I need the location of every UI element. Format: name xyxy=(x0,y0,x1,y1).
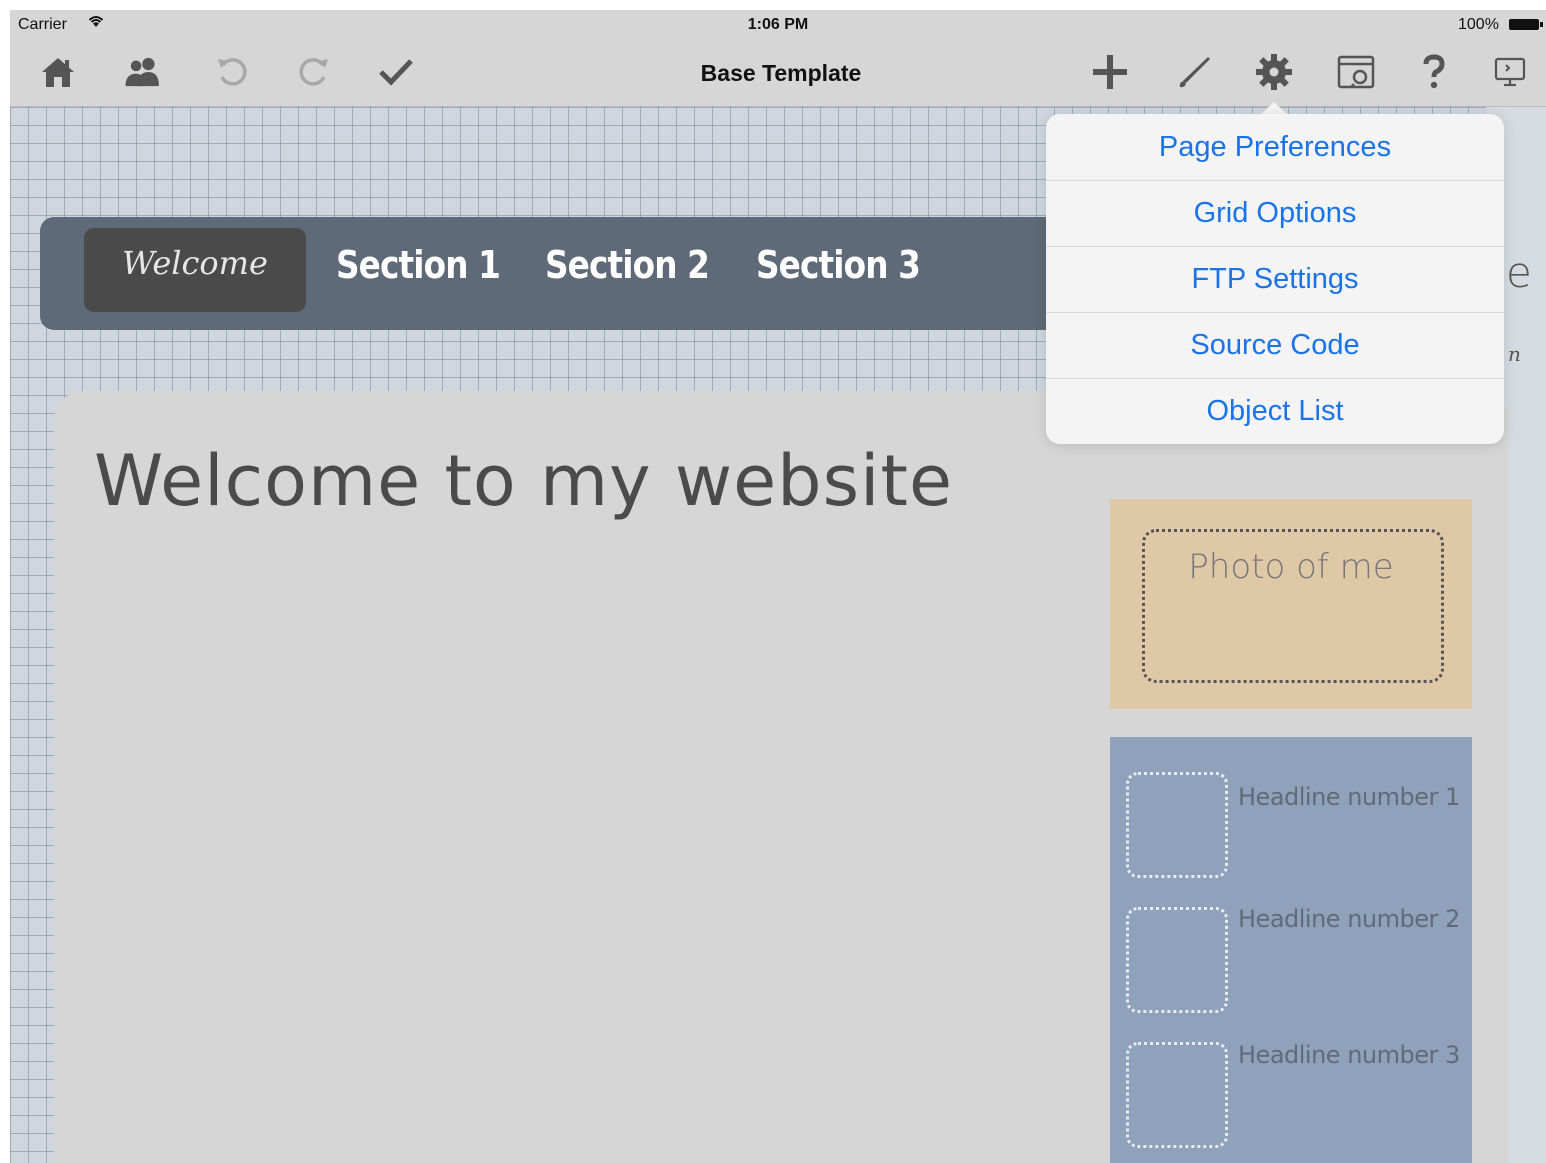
nav-section-1[interactable]: Section 1 xyxy=(336,243,501,287)
toolbar: Base Template xyxy=(10,40,1546,107)
menu-object-list[interactable]: Object List xyxy=(1046,378,1504,444)
nav-section-3[interactable]: Section 3 xyxy=(756,243,921,287)
settings-popover: Page Preferences Grid Options FTP Settin… xyxy=(1046,114,1504,444)
brush-icon[interactable] xyxy=(1172,52,1216,92)
headline-1[interactable]: Headline number 1 xyxy=(1238,783,1460,811)
nav-section-2[interactable]: Section 2 xyxy=(545,243,710,287)
headline-thumbnail-2[interactable] xyxy=(1126,907,1228,1013)
document-title: Base Template xyxy=(700,60,862,86)
help-icon[interactable] xyxy=(1412,52,1456,92)
nav-welcome-button[interactable]: Welcome xyxy=(84,228,306,312)
page-heading[interactable]: Welcome to my website xyxy=(94,440,953,522)
headline-thumbnail-3[interactable] xyxy=(1126,1042,1228,1148)
headline-3[interactable]: Headline number 3 xyxy=(1238,1041,1460,1069)
menu-ftp-settings[interactable]: FTP Settings xyxy=(1046,246,1504,313)
browser-preview-icon[interactable] xyxy=(1334,52,1378,92)
menu-grid-options[interactable]: Grid Options xyxy=(1046,180,1504,247)
decorative-letter-n: n xyxy=(1508,342,1521,366)
decorative-letter-e: e xyxy=(1506,248,1532,297)
ipad-screen: Carrier 1:06 PM 100% Base Template Welco… xyxy=(10,10,1546,1163)
headline-thumbnail-1[interactable] xyxy=(1126,772,1228,878)
headline-2[interactable]: Headline number 2 xyxy=(1238,905,1460,933)
photo-label: Photo of me xyxy=(1188,547,1394,587)
menu-page-preferences[interactable]: Page Preferences xyxy=(1046,114,1504,181)
monitor-icon[interactable] xyxy=(1488,52,1532,92)
battery-percent: 100% xyxy=(1458,16,1499,33)
battery-icon xyxy=(1509,19,1543,30)
plus-icon[interactable] xyxy=(1088,52,1132,92)
site-nav-bar[interactable]: Welcome Section 1 Section 2 Section 3 xyxy=(40,217,1100,330)
gear-icon[interactable] xyxy=(1252,52,1296,92)
status-bar: Carrier 1:06 PM 100% xyxy=(10,10,1546,40)
photo-box[interactable]: Photo of me xyxy=(1110,499,1472,709)
menu-source-code[interactable]: Source Code xyxy=(1046,312,1504,379)
clock: 1:06 PM xyxy=(747,16,809,33)
headlines-box[interactable]: Headline number 1 Headline number 2 Head… xyxy=(1110,737,1472,1163)
